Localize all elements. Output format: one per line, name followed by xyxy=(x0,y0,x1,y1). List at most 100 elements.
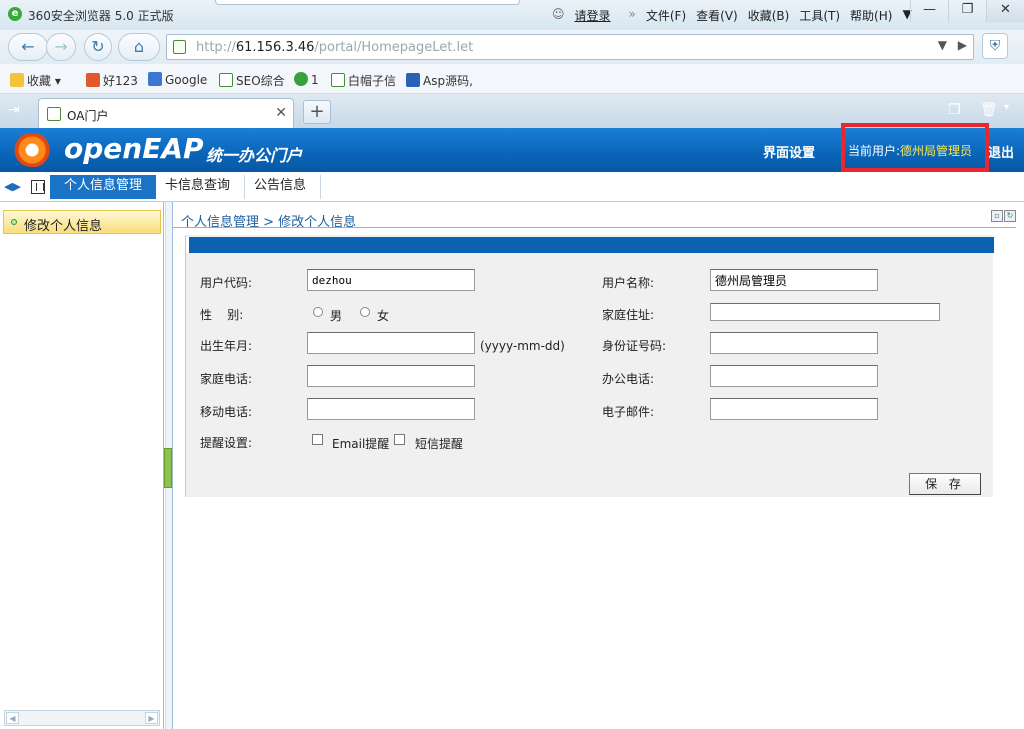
splitter-handle[interactable] xyxy=(164,448,172,488)
user-code-label: 用户代码: xyxy=(200,276,253,290)
home-phone-input[interactable] xyxy=(307,365,475,387)
sidebar-item-label: 修改个人信息 xyxy=(24,219,103,234)
collapse-arrows-icon[interactable]: ◀▶ xyxy=(4,180,21,193)
menu-tools[interactable]: 工具(T) xyxy=(799,7,840,24)
openeap-logo-icon xyxy=(6,133,64,167)
fav-hao123[interactable]: 好123 xyxy=(86,72,138,89)
browser-menu: ☺ 请登录 » 文件(F) 查看(V) 收藏(B) 工具(T) 帮助(H) ▼ xyxy=(552,7,922,24)
browser-title-bar: e 360安全浏览器 5.0 正式版 ☺ 请登录 » 文件(F) 查看(V) 收… xyxy=(0,0,1024,30)
address-url[interactable]: http://61.156.3.46/portal/HomepageLet.le… xyxy=(196,40,473,55)
mobile-phone-label: 移动电话: xyxy=(200,405,253,419)
page-icon xyxy=(47,107,61,121)
tab-announcements[interactable]: 公告信息 xyxy=(240,175,322,199)
portal-subtitle: 统一办公门户 xyxy=(206,146,303,165)
star-icon xyxy=(10,73,24,87)
home-phone-label: 家庭电话: xyxy=(200,372,253,386)
email-reminder-checkbox[interactable] xyxy=(312,434,323,445)
url-path: /portal/HomepageLet.let xyxy=(314,40,474,55)
tab-label: OA门户 xyxy=(67,109,109,123)
home-address-input[interactable] xyxy=(710,303,940,321)
home-button[interactable]: ⌂ xyxy=(118,33,160,61)
gender-male-label: 男 xyxy=(330,309,343,323)
id-number-label: 身份证号码: xyxy=(602,339,667,353)
sidebar-item-edit-info[interactable]: 修改个人信息 xyxy=(3,210,161,234)
chevron-down-icon[interactable]: ▼ xyxy=(938,38,947,52)
bullet-icon xyxy=(11,219,17,225)
logout-link[interactable]: 退出 xyxy=(988,142,1014,161)
minimize-icon[interactable]: — xyxy=(910,0,948,22)
maximize-icon[interactable]: ▫ xyxy=(991,210,1003,222)
fav-1[interactable]: 1 xyxy=(294,72,319,87)
forward-button[interactable]: → xyxy=(46,33,76,61)
user-name-label: 用户名称: xyxy=(602,276,655,290)
favorites-bar: 收藏 ▾ 好123 Google SEO综合 1 白帽子信 Asp源码, xyxy=(0,64,1024,94)
menu-file[interactable]: 文件(F) xyxy=(646,7,686,24)
user-code-input[interactable] xyxy=(307,269,475,291)
browser-title: 360安全浏览器 5.0 正式版 xyxy=(28,9,174,23)
go-icon[interactable]: ▶ xyxy=(958,38,967,52)
page-icon xyxy=(173,40,186,54)
scroll-right-icon[interactable]: ▶ xyxy=(145,712,158,724)
home-address-label: 家庭住址: xyxy=(602,308,655,322)
browser-logo-icon: e xyxy=(8,7,22,21)
save-button[interactable]: 保 存 xyxy=(909,473,981,495)
shield-icon[interactable]: ⛨ xyxy=(982,33,1008,59)
close-tab-icon[interactable]: ✕ xyxy=(275,105,287,121)
refresh-icon[interactable]: ↻ xyxy=(1004,210,1016,222)
navigation-bar: ← → ↻ ⌂ http://61.156.3.46/portal/Homepa… xyxy=(0,30,1024,64)
sms-reminder-label: 短信提醒 xyxy=(415,437,464,451)
refresh-icon[interactable]: ↻ xyxy=(84,33,112,61)
id-number-input[interactable] xyxy=(710,332,878,354)
page-icon xyxy=(331,73,345,87)
menu-view[interactable]: 查看(V) xyxy=(696,7,738,24)
birth-date-hint: (yyyy-mm-dd) xyxy=(480,339,565,353)
menu-chevron-icon: » xyxy=(628,7,636,21)
profile-form: 用户代码: 用户名称: 性 别: 男 女 家庭住址: 出生年月: (yyyy-m… xyxy=(185,235,994,497)
tab-personal-info[interactable]: 个人信息管理 xyxy=(50,175,157,199)
back-button[interactable]: ← xyxy=(8,33,48,61)
module-tabs: ◀▶ 个人信息管理 卡信息查询 公告信息 xyxy=(0,172,1024,202)
email-reminder-label: Email提醒 xyxy=(332,437,390,451)
hao123-icon xyxy=(86,73,100,87)
birth-date-input[interactable] xyxy=(307,332,475,354)
form-header-bar xyxy=(186,237,994,253)
restore-tab-icon[interactable]: ❐ xyxy=(948,102,961,118)
main-content: 个人信息管理 > 修改个人信息 ▫ ↻ 用户代码: 用户名称: 性 别: 男 女… xyxy=(173,202,1024,729)
sidebar-toggle-icon[interactable]: ⇥ xyxy=(8,102,28,118)
asp-icon xyxy=(406,73,420,87)
trash-icon[interactable]: 🗑 xyxy=(980,102,998,118)
restore-icon[interactable]: ❐ xyxy=(948,0,986,22)
fav-collection[interactable]: 收藏 ▾ xyxy=(10,72,61,89)
fav-seo[interactable]: SEO综合 xyxy=(219,72,285,89)
login-link[interactable]: 请登录 xyxy=(575,7,611,24)
gender-label: 性 别: xyxy=(200,308,244,322)
tab-card-query[interactable]: 卡信息查询 xyxy=(151,175,246,199)
fav-whitehat[interactable]: 白帽子信 xyxy=(331,72,396,89)
page-icon xyxy=(219,73,233,87)
user-icon[interactable]: ☺ xyxy=(552,7,565,24)
book-icon[interactable] xyxy=(31,180,45,194)
fav-google[interactable]: Google xyxy=(148,72,207,87)
tab-oa-portal[interactable]: OA门户 ✕ xyxy=(38,98,294,128)
mobile-phone-input[interactable] xyxy=(307,398,475,420)
close-icon[interactable]: ✕ xyxy=(986,0,1024,22)
fav-asp[interactable]: Asp源码, xyxy=(406,72,473,89)
gender-female-radio[interactable] xyxy=(360,307,370,317)
google-icon xyxy=(148,72,162,86)
gender-male-radio[interactable] xyxy=(313,307,323,317)
office-phone-input[interactable] xyxy=(710,365,878,387)
user-name-input[interactable] xyxy=(710,269,878,291)
horizontal-scrollbar[interactable]: ◀ ▶ xyxy=(4,710,160,726)
new-tab-button[interactable]: + xyxy=(303,100,331,124)
email-input[interactable] xyxy=(710,398,878,420)
chevron-down-icon[interactable]: ▾ xyxy=(1004,102,1009,113)
address-bar[interactable]: http://61.156.3.46/portal/HomepageLet.le… xyxy=(166,34,974,60)
office-phone-label: 办公电话: xyxy=(602,372,655,386)
interface-settings-link[interactable]: 界面设置 xyxy=(763,142,815,161)
menu-favorites[interactable]: 收藏(B) xyxy=(748,7,790,24)
birth-date-label: 出生年月: xyxy=(200,339,253,353)
panel-buttons: ▫ ↻ xyxy=(991,210,1016,222)
scroll-left-icon[interactable]: ◀ xyxy=(6,712,19,724)
sms-reminder-checkbox[interactable] xyxy=(394,434,405,445)
menu-help[interactable]: 帮助(H) xyxy=(850,7,892,24)
